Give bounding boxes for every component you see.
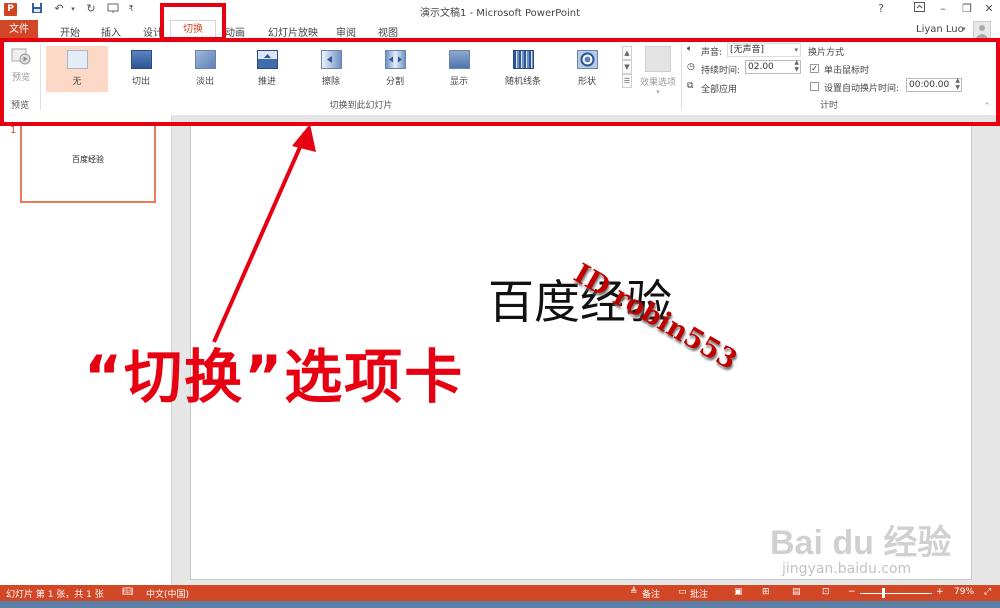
slide-thumbnail[interactable]: 百度经验 <box>20 124 156 203</box>
close-icon[interactable]: ✕ <box>980 2 998 16</box>
baidu-watermark-url: jingyan.baidu.com <box>782 561 912 577</box>
window-title: 演示文稿1 - Microsoft PowerPoint <box>419 8 581 19</box>
zoom-level[interactable]: 79% <box>954 587 974 597</box>
reading-view-icon[interactable]: ▤ <box>792 587 801 597</box>
zoom-slider-thumb[interactable] <box>882 588 885 598</box>
language-indicator[interactable]: 中文(中国) <box>146 587 189 600</box>
slide-thumbnail-text: 百度经验 <box>72 155 104 164</box>
notes-button[interactable]: 备注 <box>642 587 660 600</box>
slide-sorter-icon[interactable]: ⊞ <box>762 587 770 597</box>
user-name[interactable]: Liyan Luo <box>916 24 964 35</box>
spell-check-icon[interactable]: 📖︎ <box>122 587 133 597</box>
user-menu-chevron-icon[interactable]: ▾ <box>962 25 966 33</box>
normal-view-icon[interactable]: ▣ <box>734 587 743 597</box>
avatar[interactable] <box>973 21 991 39</box>
zoom-slider[interactable] <box>860 593 932 594</box>
fit-to-window-icon[interactable]: ⤢ <box>984 587 991 597</box>
annotation-label: “切换”选项卡 <box>84 343 465 411</box>
tab-review[interactable]: 审阅 <box>336 24 356 39</box>
zoom-out-icon[interactable]: − <box>848 587 856 597</box>
tab-view[interactable]: 视图 <box>378 24 398 39</box>
windows-taskbar <box>0 601 1000 608</box>
annotation-highlight-tab <box>160 3 226 41</box>
title-bar: P ↶ ▾ ↻ ₹ 演示文稿1 - Microsoft PowerPoint ?… <box>0 0 1000 20</box>
baidu-watermark-logo: Bai du 经验 <box>770 524 952 562</box>
annotation-highlight-ribbon <box>0 38 1000 126</box>
restore-icon[interactable]: ❐ <box>958 2 976 16</box>
slide-count: 幻灯片 第 1 张，共 1 张 <box>6 590 104 600</box>
slideshow-view-icon[interactable]: ⊡ <box>822 587 830 597</box>
tab-insert[interactable]: 插入 <box>101 24 121 39</box>
comments-button[interactable]: 批注 <box>690 587 708 600</box>
comments-icon[interactable]: ▭ <box>678 587 687 597</box>
tab-animations[interactable]: 动画 <box>225 24 245 39</box>
tab-file[interactable]: 文件 <box>0 20 38 40</box>
slide-number: 1 <box>10 125 17 136</box>
ribbon-display-options-icon[interactable] <box>910 2 928 16</box>
notes-icon[interactable]: ≜ <box>630 587 638 597</box>
status-bar: 幻灯片 第 1 张，共 1 张 📖︎ 中文(中国) ≜ 备注 ▭ 批注 ▣ ⊞ … <box>0 585 1000 601</box>
annotation-arrow-icon <box>212 124 316 343</box>
tab-slideshow[interactable]: 幻灯片放映 <box>268 24 318 39</box>
zoom-in-icon[interactable]: + <box>936 587 944 597</box>
tab-home[interactable]: 开始 <box>60 24 80 39</box>
help-button[interactable]: ? <box>872 2 890 16</box>
minimize-icon[interactable]: – <box>934 2 952 16</box>
